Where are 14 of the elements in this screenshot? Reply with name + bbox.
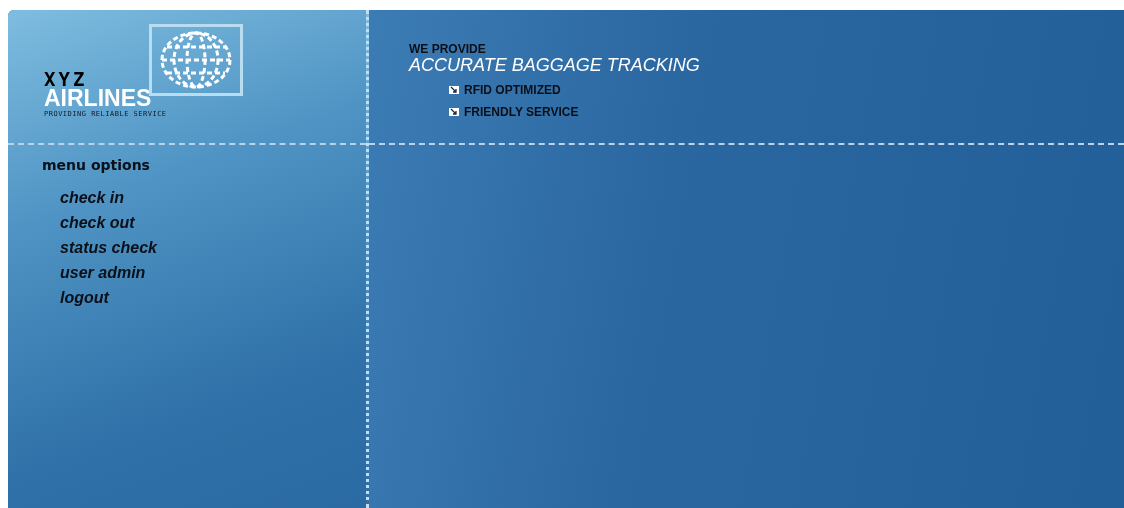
arrow-bullet-icon: [449, 86, 459, 94]
banner-kicker: WE PROVIDE: [409, 43, 487, 55]
logo-name: AIRLINES: [44, 88, 152, 108]
logo-name: XYZ: [44, 70, 88, 88]
menu-link[interactable]: logout: [60, 287, 109, 308]
menu-link[interactable]: status check: [60, 237, 157, 258]
menu-heading: menu options: [42, 157, 151, 173]
banner-headline: ACCURATE BAGGAGE TRACKING: [409, 55, 700, 75]
menu-link[interactable]: check in: [60, 187, 125, 208]
menu-link[interactable]: user admin: [60, 262, 146, 283]
feature-label: FRIENDLY SERVICE: [464, 105, 579, 119]
arrow-bullet-icon: [449, 108, 459, 116]
feature-label: RFID OPTIMIZED: [464, 83, 561, 97]
menu-link[interactable]: check out: [60, 212, 135, 233]
